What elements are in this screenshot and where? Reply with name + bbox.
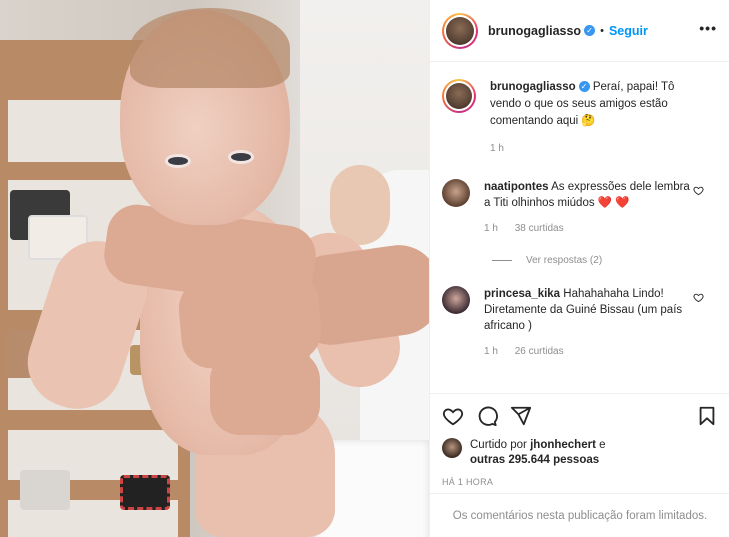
small-heart-icon[interactable]	[693, 185, 704, 196]
bookmark-icon[interactable]	[696, 405, 718, 427]
verified-badge-icon: ✓	[578, 81, 590, 92]
follow-button[interactable]: Seguir	[609, 24, 648, 38]
liked-by-others[interactable]: outras 295.644 pessoas	[470, 454, 599, 466]
view-replies-button[interactable]: Ver respostas (2)	[492, 255, 729, 266]
caption-time[interactable]: 1 h	[490, 143, 504, 154]
handbag	[20, 470, 70, 510]
comment-item: naatipontes As expressões dele lembra a …	[430, 179, 729, 237]
post-photo[interactable]	[0, 0, 429, 537]
comment-username[interactable]: naatipontes	[484, 181, 549, 193]
comments-list[interactable]: brunogagliasso ✓ Peraí, papai! Tô vendo o…	[430, 63, 729, 393]
avatar[interactable]	[442, 438, 462, 458]
comment-likes[interactable]: 38 curtidas	[515, 223, 564, 234]
handbag	[120, 475, 170, 510]
header-username[interactable]: brunogagliasso	[488, 24, 581, 38]
small-heart-icon[interactable]	[693, 292, 704, 303]
post-time[interactable]: HÁ 1 HORA	[442, 477, 718, 487]
view-replies-label: Ver respostas (2)	[526, 255, 603, 266]
baby-eye	[165, 154, 191, 168]
post-sidebar: brunogagliasso ✓ • Seguir ••• brunogagli…	[429, 0, 729, 537]
adult-hand	[210, 350, 320, 435]
avatar[interactable]	[442, 79, 476, 113]
post-header: brunogagliasso ✓ • Seguir •••	[430, 0, 729, 62]
caption-username[interactable]: brunogagliasso	[490, 81, 576, 93]
liked-by-connector: e	[599, 439, 606, 451]
baby-hair	[130, 8, 290, 88]
comments-limited-notice: Os comentários nesta publicação foram li…	[430, 493, 729, 537]
avatar[interactable]	[442, 12, 478, 49]
comment-icon[interactable]	[476, 405, 498, 427]
separator-dot: •	[600, 24, 604, 37]
avatar[interactable]	[442, 286, 470, 314]
likes-summary: Curtido por jhonhechert e outras 295.644…	[442, 438, 718, 468]
instagram-post: brunogagliasso ✓ • Seguir ••• brunogagli…	[0, 0, 729, 537]
verified-badge-icon: ✓	[584, 25, 596, 36]
baby-eye	[228, 150, 254, 164]
avatar[interactable]	[442, 179, 470, 207]
comment-time[interactable]: 1 h	[484, 346, 498, 357]
comment-username[interactable]: princesa_kika	[484, 288, 560, 300]
liked-by-user[interactable]: jhonhechert	[530, 439, 596, 451]
more-options-icon[interactable]: •••	[699, 20, 717, 36]
post-actions: Curtido por jhonhechert e outras 295.644…	[430, 393, 729, 487]
send-icon[interactable]	[510, 405, 532, 427]
comment-time[interactable]: 1 h	[484, 223, 498, 234]
comment-item: princesa_kika Hahahahaha Lindo! Diretame…	[430, 286, 729, 360]
liked-by-prefix: Curtido por	[470, 439, 527, 451]
caption: brunogagliasso ✓ Peraí, papai! Tô vendo o…	[430, 63, 729, 157]
heart-icon[interactable]	[442, 405, 464, 427]
comment-likes[interactable]: 26 curtidas	[515, 346, 564, 357]
